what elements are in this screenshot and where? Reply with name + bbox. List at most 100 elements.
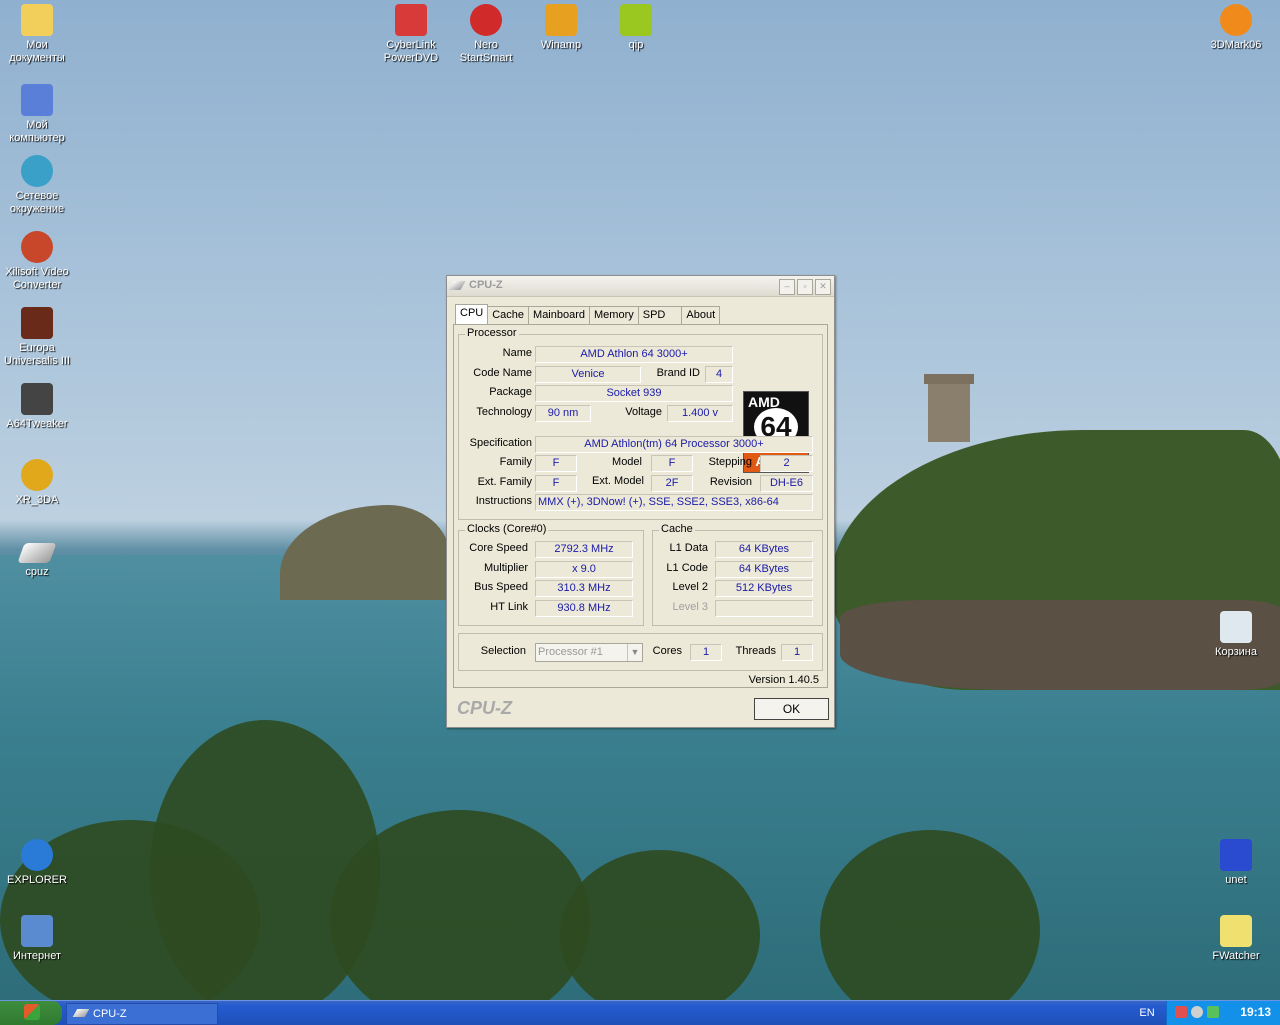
system-tray: 19:13 [1166,1001,1280,1025]
ht-link-value: 930.8 MHz [535,600,633,617]
desktop-icon-recycle-bin[interactable]: Корзина [1199,611,1273,659]
threads-value: 1 [781,644,813,661]
desktop-icon-a64tweaker[interactable]: A64Tweaker [0,383,74,431]
instructions-label: Instructions [475,495,532,507]
taskbar-item-cpuz[interactable]: CPU-Z [66,1003,218,1025]
desktop-icon-xr3da[interactable]: XR_3DA [0,459,74,507]
desktop-icon-powerdvd[interactable]: CyberLink PowerDVD [374,4,448,65]
clock[interactable]: 19:13 [1240,1005,1271,1019]
family-value: F [535,455,577,472]
cpu-tab-panel: Processor Name AMD Athlon 64 3000+ Code … [453,324,828,688]
tab-cpu[interactable]: CPU [455,304,489,326]
network-icon [21,155,53,187]
tab-memory[interactable]: Memory [589,306,639,325]
brand-id-label: Brand ID [656,367,700,379]
multiplier-value: x 9.0 [535,561,633,578]
l1-code-value: 64 KBytes [715,561,813,578]
tab-mainboard[interactable]: Mainboard [528,306,591,325]
name-value: AMD Athlon 64 3000+ [535,346,733,363]
specification-label: Specification [469,437,532,449]
technology-value: 90 nm [535,405,591,422]
title-bar[interactable]: CPU-Z – ▫ ✕ [447,276,834,297]
tab-strip: CPU Cache Mainboard Memory SPD About [455,303,721,326]
powerdvd-icon [395,4,427,36]
window-title: CPU-Z [469,279,503,291]
language-indicator[interactable]: EN [1134,1005,1160,1021]
cpuz-icon [72,1009,90,1017]
core-speed-value: 2792.3 MHz [535,541,633,558]
computer-icon [21,84,53,116]
desktop-icon-winamp[interactable]: Winamp [524,4,598,52]
left-cliff [280,505,450,600]
technology-label: Technology [476,406,532,418]
level2-label: Level 2 [672,581,708,593]
tab-cache[interactable]: Cache [487,306,530,325]
close-button[interactable]: ✕ [815,279,831,295]
unet-icon [1220,839,1252,871]
desktop-icon-fwatcher[interactable]: FWatcher [1199,915,1273,963]
package-value: Socket 939 [535,385,733,402]
code-name-value: Venice [535,366,641,383]
ht-link-label: HT Link [490,601,528,613]
desktop-icon-explorer[interactable]: EXPLORER [0,839,74,887]
a64tweaker-icon [21,383,53,415]
l1-data-value: 64 KBytes [715,541,813,558]
processor-select[interactable]: Processor #1 ▼ [535,643,643,662]
desktop-icon-qip[interactable]: qip [599,4,673,52]
version-text: Version 1.40.5 [748,674,819,686]
multiplier-label: Multiplier [483,562,528,574]
name-label: Name [502,347,532,359]
desktop-icon-unet[interactable]: unet [1199,839,1273,887]
stepping-label: Stepping [708,456,752,468]
radiation-icon [21,459,53,491]
folder-icon [21,4,53,36]
ok-button[interactable]: OK [754,698,829,720]
desktop-icon-xilisoft[interactable]: Xilisoft Video Converter [0,231,74,292]
fwatcher-icon [1220,915,1252,947]
xilisoft-icon [21,231,53,263]
package-label: Package [489,386,532,398]
desktop-icon-cpuz[interactable]: cpuz [0,535,74,579]
voltage-value: 1.400 v [667,405,733,422]
recycle-bin-icon [1220,611,1252,643]
tab-about[interactable]: About [681,306,721,325]
tower [924,374,974,442]
family-label: Family [499,456,532,468]
tray-network-icon[interactable] [1175,1006,1187,1018]
bus-speed-label: Bus Speed [474,581,528,593]
bus-speed-value: 310.3 MHz [535,580,633,597]
europa-icon [21,307,53,339]
ext-family-value: F [535,475,577,492]
core-speed-label: Core Speed [469,542,528,554]
revision-label: Revision [709,476,752,488]
tray-volume-icon[interactable] [1191,1006,1203,1018]
desktop-icon-internet[interactable]: Интернет [0,915,74,963]
tray-app-icon[interactable] [1207,1006,1219,1018]
desktop-icon-3dmark06[interactable]: 3DMark06 [1199,4,1273,52]
l1-data-label: L1 Data [669,542,708,554]
qip-icon [620,4,652,36]
brand-id-value: 4 [705,366,733,383]
desktop-icon-europa[interactable]: Europa Universalis III [0,307,74,368]
desktop-icon-nero[interactable]: Nero StartSmart [449,4,523,65]
desktop-icon-network[interactable]: Сетевое окружение [0,155,74,216]
minimize-button[interactable]: – [779,279,795,295]
3dmark-icon [1220,4,1252,36]
nero-icon [470,4,502,36]
maximize-button[interactable]: ▫ [797,279,813,295]
internet-explorer-icon [21,839,53,871]
start-button[interactable] [0,1001,62,1025]
selection-label: Selection [480,645,526,657]
windows-logo-icon [24,1004,40,1020]
chevron-down-icon[interactable]: ▼ [627,644,642,661]
foreground-trees [0,700,1100,1000]
threads-label: Threads [735,645,776,657]
ext-model-label: Ext. Model [592,475,644,487]
desktop-icon-my-documents[interactable]: Мои документы [0,4,74,65]
tab-spd[interactable]: SPD [637,306,683,325]
specification-value: AMD Athlon(tm) 64 Processor 3000+ [535,436,813,453]
desktop-icon-my-computer[interactable]: Мой компьютер [0,84,74,145]
stepping-value: 2 [760,455,813,472]
cores-label: Cores [652,645,682,657]
cpuz-icon [448,281,466,290]
